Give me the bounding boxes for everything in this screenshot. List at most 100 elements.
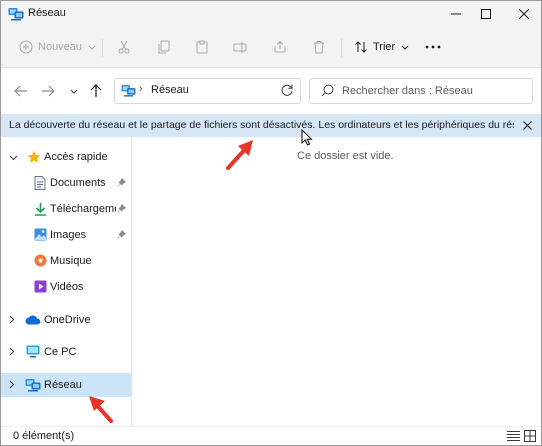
nav-label: Téléchargements: [50, 203, 116, 215]
more-icon: [425, 45, 441, 49]
cloud-icon: [25, 315, 41, 328]
sort-label: Trier: [373, 41, 396, 53]
paste-icon: [196, 40, 208, 54]
share-button[interactable]: [273, 36, 287, 58]
network-discovery-infobar[interactable]: La découverte du réseau et le partage de…: [1, 114, 541, 137]
rename-icon: [233, 42, 247, 53]
recent-locations-button[interactable]: [65, 82, 83, 100]
nav-item-downloads[interactable]: Téléchargements: [1, 197, 131, 221]
pin-icon[interactable]: [117, 177, 127, 190]
monitor-icon: [26, 345, 40, 361]
share-icon: [274, 40, 286, 53]
nav-this-pc[interactable]: Ce PC: [1, 340, 131, 364]
empty-folder-message: Ce dossier est vide.: [297, 150, 394, 162]
new-button[interactable]: Nouveau: [19, 36, 96, 58]
close-window-button[interactable]: [507, 1, 541, 27]
infobar-close-button[interactable]: [519, 117, 535, 133]
image-icon: [34, 228, 47, 244]
refresh-button[interactable]: [280, 83, 294, 100]
mouse-cursor-icon: [301, 129, 313, 146]
new-label: Nouveau: [38, 41, 83, 53]
nav-quick-access[interactable]: Accès rapide: [1, 145, 131, 169]
refresh-icon: [281, 84, 293, 96]
annotation-arrow-icon: [226, 140, 253, 170]
close-icon: [519, 9, 529, 19]
network-icon: [121, 84, 136, 100]
arrow-up-icon: [90, 84, 102, 97]
maximize-button[interactable]: [469, 1, 503, 27]
arrow-left-icon: [14, 85, 27, 97]
music-icon: [34, 254, 47, 270]
minimize-button[interactable]: [439, 1, 473, 27]
nav-item-music[interactable]: Musique: [1, 249, 131, 273]
paste-button[interactable]: [195, 36, 209, 58]
chevron-down-icon: [88, 45, 96, 50]
chevron-down-icon[interactable]: [9, 152, 18, 164]
more-options-button[interactable]: [425, 36, 441, 58]
search-input[interactable]: [340, 82, 530, 100]
copy-icon: [158, 40, 170, 54]
pin-icon[interactable]: [117, 229, 127, 242]
list-icon: [507, 431, 520, 441]
download-icon: [34, 202, 47, 219]
nav-label: Images: [50, 229, 87, 241]
search-icon: [321, 84, 334, 100]
window-title: Réseau: [28, 7, 66, 19]
delete-button[interactable]: [312, 36, 326, 58]
sort-icon: [355, 41, 367, 53]
nav-item-videos[interactable]: Vidéos: [1, 275, 131, 299]
minimize-icon: [451, 13, 461, 15]
explorer-window: Réseau Nouveau Trier › Réseau Rechercher…: [0, 0, 542, 446]
toolbar-separator: [102, 39, 103, 57]
breadcrumb-location[interactable]: Réseau: [151, 84, 189, 96]
cut-icon: [118, 40, 130, 54]
nav-onedrive[interactable]: OneDrive: [1, 308, 131, 332]
star-icon: [27, 150, 41, 167]
forward-button[interactable]: [39, 82, 57, 100]
tiles-view-button[interactable]: [524, 430, 538, 443]
nav-label: Musique: [50, 255, 92, 267]
maximize-icon: [481, 9, 491, 19]
status-bar: 0 élément(s): [1, 426, 541, 445]
search-box[interactable]: [309, 78, 533, 104]
nav-label: Documents: [50, 177, 106, 189]
nav-item-documents[interactable]: Documents: [1, 171, 131, 195]
chevron-down-icon: [401, 45, 409, 50]
nav-label: Ce PC: [44, 346, 77, 358]
annotation-arrow-icon: [89, 396, 113, 423]
nav-label: Vidéos: [50, 281, 84, 293]
video-icon: [34, 280, 47, 296]
address-row: › Réseau: [1, 68, 541, 113]
grid-icon: [524, 430, 536, 442]
nav-item-images[interactable]: Images: [1, 223, 131, 247]
network-icon: [8, 7, 24, 24]
chevron-right-icon[interactable]: [9, 315, 15, 327]
copy-button[interactable]: [157, 36, 171, 58]
chevron-right-icon[interactable]: [9, 347, 15, 359]
back-button[interactable]: [12, 82, 30, 100]
item-count: 0 élément(s): [13, 430, 75, 442]
details-view-button[interactable]: [507, 430, 521, 443]
breadcrumb-chevron-icon: ›: [139, 83, 143, 95]
address-bar[interactable]: › Réseau: [114, 78, 301, 104]
new-icon: [19, 40, 33, 54]
chevron-right-icon[interactable]: [9, 380, 15, 392]
file-list-area[interactable]: Ce dossier est vide.: [132, 137, 541, 426]
nav-label: OneDrive: [44, 314, 91, 326]
title-bar[interactable]: Réseau: [1, 1, 541, 27]
infobar-message[interactable]: La découverte du réseau et le partage de…: [9, 119, 514, 131]
arrow-right-icon: [42, 85, 55, 97]
nav-label: Accès rapide: [44, 151, 108, 163]
cut-button[interactable]: [117, 36, 131, 58]
close-icon: [522, 120, 532, 130]
chevron-down-icon: [70, 89, 78, 94]
network-icon: [25, 378, 41, 395]
toolbar-separator: [341, 39, 342, 57]
up-button[interactable]: [87, 82, 105, 100]
delete-icon: [314, 41, 324, 54]
sort-button[interactable]: Trier: [354, 36, 409, 58]
navigation-pane: Accès rapide Documents Téléchargements I…: [1, 137, 131, 426]
command-bar: Nouveau Trier: [1, 27, 541, 68]
pin-icon[interactable]: [117, 203, 127, 216]
rename-button[interactable]: [233, 36, 247, 58]
